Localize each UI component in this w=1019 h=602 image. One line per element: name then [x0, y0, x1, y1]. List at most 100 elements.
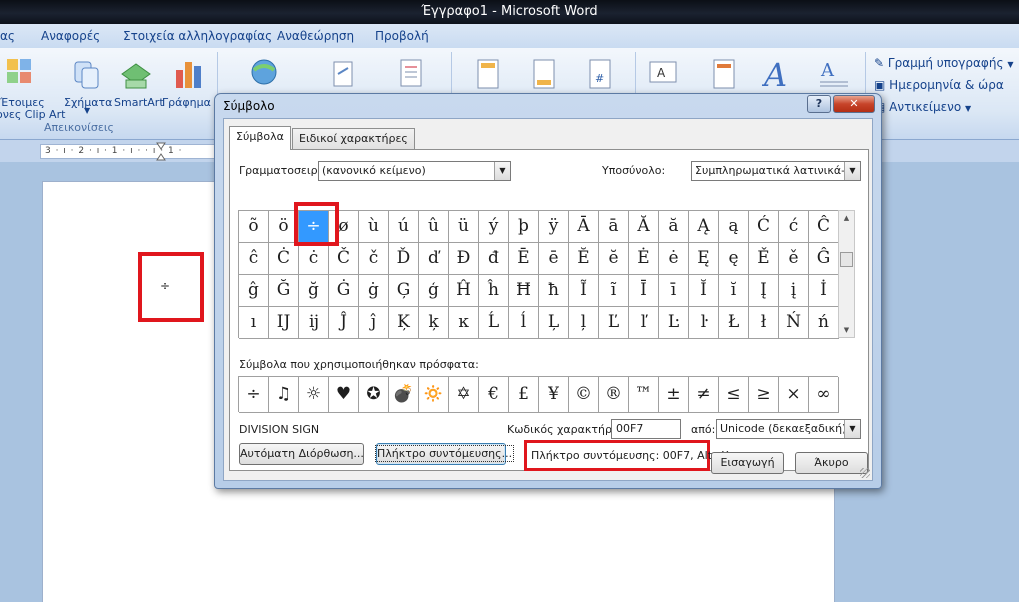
recent-symbol-cell[interactable]: ¥ [539, 377, 569, 413]
char-code-input[interactable]: 00F7 [611, 419, 681, 439]
symbol-cell[interactable]: Ē [509, 243, 539, 275]
recent-symbol-cell[interactable]: ♫ [269, 377, 299, 413]
symbol-cell[interactable]: Ě [749, 243, 779, 275]
recent-symbol-cell[interactable]: ÷ [239, 377, 269, 413]
symbol-cell[interactable]: Đ [449, 243, 479, 275]
symbol-cell[interactable]: ğ [299, 275, 329, 307]
chart-icon[interactable] [174, 58, 204, 90]
symbol-cell[interactable]: Ĝ [809, 243, 839, 275]
horizontal-ruler[interactable]: 3 · ı · 2 · ı · 1 · ı · · ı · 1 · [40, 144, 230, 159]
recent-symbol-cell[interactable]: 🔅 [419, 377, 449, 413]
symbol-cell[interactable]: Ā [569, 211, 599, 243]
symbol-grid-scrollbar[interactable]: ▲ ▼ [838, 210, 855, 338]
tab-special-characters[interactable]: Ειδικοί χαρακτήρες [292, 128, 415, 150]
cancel-button[interactable]: Άκυρο [795, 452, 868, 474]
symbol-cell[interactable]: ę [719, 243, 749, 275]
symbol-cell[interactable]: Ī [629, 275, 659, 307]
footer-icon[interactable] [532, 58, 556, 90]
recent-symbol-cell[interactable]: ≠ [689, 377, 719, 413]
symbol-cell[interactable]: ń [809, 307, 839, 339]
symbol-cell[interactable]: Ĩ [569, 275, 599, 307]
symbol-cell[interactable]: Ć [749, 211, 779, 243]
symbol-cell[interactable]: ĉ [239, 243, 269, 275]
signature-line-button[interactable]: ✎ Γραμμή υπογραφής ▼ [874, 56, 1013, 70]
symbol-cell[interactable]: ĩ [599, 275, 629, 307]
symbol-cell[interactable]: Ĵ [329, 307, 359, 339]
symbol-cell[interactable]: ě [779, 243, 809, 275]
symbol-cell[interactable]: Ğ [269, 275, 299, 307]
symbol-cell[interactable]: õ [239, 211, 269, 243]
header-icon[interactable] [476, 58, 500, 90]
symbol-cell[interactable]: ÿ [539, 211, 569, 243]
symbol-cell[interactable]: Ĥ [449, 275, 479, 307]
symbol-cell[interactable]: ă [659, 211, 689, 243]
symbol-cell[interactable]: ģ [419, 275, 449, 307]
ribbon-tab-view[interactable]: Προβολή [375, 29, 429, 43]
symbol-cell[interactable]: ħ [539, 275, 569, 307]
symbol-cell[interactable]: Ą [689, 211, 719, 243]
symbol-cell[interactable]: ĵ [359, 307, 389, 339]
symbol-cell[interactable]: ġ [359, 275, 389, 307]
symbol-cell[interactable]: Ĉ [809, 211, 839, 243]
close-button[interactable]: ✕ [833, 95, 875, 113]
symbol-cell[interactable]: Ĭ [689, 275, 719, 307]
symbol-cell[interactable]: Ď [389, 243, 419, 275]
symbol-cell[interactable]: ą [719, 211, 749, 243]
subset-select[interactable]: Συμπληρωματικά λατινικά-1 ▼ [691, 161, 861, 181]
scroll-down-icon[interactable]: ▼ [839, 323, 854, 337]
symbol-cell[interactable]: ú [389, 211, 419, 243]
help-button[interactable]: ? [807, 95, 831, 113]
symbol-cell[interactable]: ĕ [599, 243, 629, 275]
shortcut-key-button[interactable]: Πλήκτρο συντόμευσης... [374, 443, 515, 465]
symbol-cell[interactable]: ù [359, 211, 389, 243]
symbol-cell[interactable]: Ļ [539, 307, 569, 339]
symbol-cell[interactable]: ŀ [689, 307, 719, 339]
symbol-cell[interactable]: ĺ [509, 307, 539, 339]
symbol-cell[interactable]: Ċ [269, 243, 299, 275]
recent-symbol-cell[interactable]: ∞ [809, 377, 839, 413]
ribbon-tab-references[interactable]: Αναφορές [41, 29, 100, 43]
recent-symbol-cell[interactable]: × [779, 377, 809, 413]
symbol-cell[interactable]: İ [809, 275, 839, 307]
symbol-cell[interactable]: ü [449, 211, 479, 243]
symbol-cell[interactable]: ĳ [299, 307, 329, 339]
quick-parts-icon[interactable] [712, 58, 736, 90]
text-box-icon[interactable]: A [648, 60, 678, 86]
symbol-cell[interactable]: ł [749, 307, 779, 339]
scroll-thumb[interactable] [840, 252, 853, 267]
hyperlink-icon[interactable] [248, 58, 280, 90]
symbol-cell[interactable]: Ģ [389, 275, 419, 307]
symbol-cell[interactable]: Ę [689, 243, 719, 275]
symbol-cell[interactable]: ļ [569, 307, 599, 339]
symbol-cell[interactable]: þ [509, 211, 539, 243]
from-dropdown-icon[interactable]: ▼ [844, 420, 860, 438]
font-dropdown-icon[interactable]: ▼ [494, 162, 510, 180]
symbol-cell[interactable]: ľ [629, 307, 659, 339]
tab-symbols[interactable]: Σύμβολα [229, 126, 291, 150]
recent-symbol-cell[interactable]: ≥ [749, 377, 779, 413]
symbol-cell[interactable]: č [359, 243, 389, 275]
wordart-icon[interactable]: A [762, 56, 792, 90]
symbol-cell[interactable]: ĸ [449, 307, 479, 339]
symbol-cell[interactable]: Ġ [329, 275, 359, 307]
clipart-icon[interactable] [6, 58, 32, 84]
symbol-cell[interactable]: Ĕ [569, 243, 599, 275]
symbol-cell[interactable]: Ŀ [659, 307, 689, 339]
autocorrect-button[interactable]: Αυτόματη Διόρθωση... [239, 443, 364, 465]
recent-symbol-cell[interactable]: € [479, 377, 509, 413]
symbol-cell[interactable]: Ă [629, 211, 659, 243]
recent-symbol-cell[interactable]: © [569, 377, 599, 413]
symbol-cell[interactable]: ı [239, 307, 269, 339]
recent-symbol-cell[interactable]: ✪ [359, 377, 389, 413]
symbol-cell[interactable]: Ķ [389, 307, 419, 339]
page-number-icon[interactable]: # [588, 58, 612, 90]
symbol-cell[interactable]: û [419, 211, 449, 243]
recent-symbol-cell[interactable]: ♥ [329, 377, 359, 413]
subset-dropdown-icon[interactable]: ▼ [844, 162, 860, 180]
recent-symbol-cell[interactable]: £ [509, 377, 539, 413]
recent-symbol-cell[interactable]: ☼ [299, 377, 329, 413]
symbol-cell[interactable]: Ħ [509, 275, 539, 307]
symbol-cell[interactable]: ē [539, 243, 569, 275]
symbol-cell[interactable]: đ [479, 243, 509, 275]
font-select[interactable]: (κανονικό κείμενο) ▼ [318, 161, 511, 181]
